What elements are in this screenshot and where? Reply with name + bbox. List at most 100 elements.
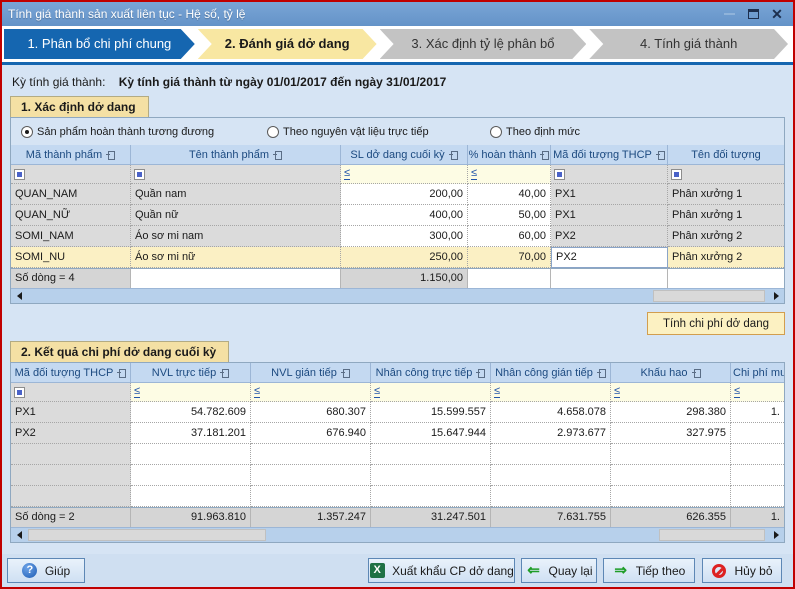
filter-cell[interactable]: ≤ — [491, 383, 611, 402]
table-row-empty[interactable] — [11, 465, 784, 486]
filter-box-icon[interactable] — [134, 169, 145, 180]
pin-icon[interactable] — [692, 368, 701, 377]
scrollbar-thumb-secondary[interactable] — [659, 529, 765, 541]
filter-cell[interactable]: ≤ — [731, 383, 784, 402]
filter-cell[interactable] — [551, 165, 668, 184]
cell-pct[interactable]: 40,00 — [468, 184, 551, 205]
filter-cell[interactable] — [11, 165, 131, 184]
less-equal-icon[interactable]: ≤ — [614, 386, 620, 398]
column-header[interactable]: NVL gián tiếp — [251, 363, 371, 383]
column-header[interactable]: Chi phí mua n — [731, 363, 784, 383]
cell-objname[interactable]: Phân xưởng 2 — [668, 247, 784, 268]
wizard-step-2[interactable]: 2. Đánh giá dở dang — [198, 29, 377, 59]
less-equal-icon[interactable]: ≤ — [374, 386, 380, 398]
column-header[interactable]: NVL trực tiếp — [131, 363, 251, 383]
cell-objname[interactable]: Phân xưởng 2 — [668, 226, 784, 247]
cell-nvl-gt[interactable]: 680.307 — [251, 402, 371, 423]
cell-objname[interactable]: Phân xưởng 1 — [668, 205, 784, 226]
cell-code[interactable]: PX2 — [11, 423, 131, 444]
cell-code[interactable]: SOMI_NU — [11, 247, 131, 268]
wizard-step-4[interactable]: 4. Tính giá thành — [589, 29, 788, 59]
scroll-right-arrow[interactable] — [768, 289, 784, 303]
cell-nc-gt[interactable]: 4.658.078 — [491, 402, 611, 423]
filter-cell[interactable]: ≤ — [251, 383, 371, 402]
filter-cell[interactable]: ≤ — [611, 383, 731, 402]
minimize-button[interactable] — [719, 5, 739, 23]
wizard-step-1[interactable]: 1. Phân bổ chi phí chung — [4, 29, 195, 59]
cell-khau-hao[interactable]: 298.380 — [611, 402, 731, 423]
cancel-button[interactable]: Hủy bỏ — [702, 558, 782, 583]
cell-qty[interactable]: 300,00 — [341, 226, 468, 247]
compute-wip-cost-button[interactable]: Tính chi phí dở dang — [647, 312, 785, 335]
column-header[interactable]: Mã đối tượng THCP — [11, 363, 131, 383]
filter-cell[interactable]: ≤ — [371, 383, 491, 402]
pin-icon[interactable] — [476, 368, 485, 377]
result-table-hscrollbar[interactable] — [11, 527, 784, 542]
cell-name[interactable]: Áo sơ mi nam — [131, 226, 341, 247]
table-row[interactable]: QUAN_NAM Quần nam 200,00 40,00 PX1 Phân … — [11, 184, 784, 205]
next-button[interactable]: ⇒ Tiếp theo — [603, 558, 695, 583]
back-button[interactable]: ⇐ Quay lại — [521, 558, 597, 583]
table-row[interactable]: PX1 54.782.609 680.307 15.599.557 4.658.… — [11, 402, 784, 423]
pin-icon[interactable] — [117, 368, 126, 377]
scrollbar-thumb[interactable] — [28, 529, 266, 541]
table-row-selected[interactable]: SOMI_NU Áo sơ mi nữ 250,00 70,00 PX2 Phâ… — [11, 247, 784, 268]
wizard-step-3[interactable]: 3. Xác định tỷ lệ phân bổ — [380, 29, 587, 59]
cell-nvl-tt[interactable]: 54.782.609 — [131, 402, 251, 423]
less-equal-icon[interactable]: ≤ — [734, 386, 740, 398]
column-header[interactable]: Mã thành phẩm — [11, 145, 131, 165]
cell-nc-tt[interactable]: 15.647.944 — [371, 423, 491, 444]
scroll-left-arrow[interactable] — [11, 289, 27, 303]
column-header[interactable]: Tên đối tượng — [668, 145, 784, 165]
cell-pct[interactable]: 70,00 — [468, 247, 551, 268]
table-row[interactable]: SOMI_NAM Áo sơ mi nam 300,00 60,00 PX2 P… — [11, 226, 784, 247]
pin-icon[interactable] — [273, 150, 282, 159]
cell-cp-mua[interactable] — [731, 423, 784, 444]
filter-cell[interactable] — [668, 165, 784, 184]
cell-nvl-gt[interactable]: 676.940 — [251, 423, 371, 444]
cell-obj[interactable]: PX1 — [551, 205, 668, 226]
cell-qty[interactable]: 400,00 — [341, 205, 468, 226]
cell-obj[interactable]: PX2 — [551, 226, 668, 247]
less-equal-icon[interactable]: ≤ — [344, 168, 350, 180]
section2-tab[interactable]: 2. Kết quả chi phí dở dang cuối kỳ — [10, 341, 229, 362]
cell-qty[interactable]: 250,00 — [341, 247, 468, 268]
filter-box-icon[interactable] — [554, 169, 565, 180]
table-row[interactable]: QUAN_NỮ Quần nữ 400,00 50,00 PX1 Phân xư… — [11, 205, 784, 226]
column-header[interactable]: Nhân công trực tiếp — [371, 363, 491, 383]
cell-khau-hao[interactable]: 327.975 — [611, 423, 731, 444]
pin-icon[interactable] — [106, 150, 115, 159]
scroll-left-arrow[interactable] — [11, 528, 27, 542]
cell-objname[interactable]: Phân xưởng 1 — [668, 184, 784, 205]
filter-cell[interactable]: ≤ — [468, 165, 551, 184]
cell-code[interactable]: QUAN_NỮ — [11, 205, 131, 226]
filter-cell[interactable]: ≤ — [131, 383, 251, 402]
filter-cell[interactable] — [11, 383, 131, 402]
cell-code[interactable]: PX1 — [11, 402, 131, 423]
cell-code[interactable]: SOMI_NAM — [11, 226, 131, 247]
cell-nc-gt[interactable]: 2.973.677 — [491, 423, 611, 444]
pin-icon[interactable] — [341, 368, 350, 377]
radio-direct-material[interactable]: Theo nguyên vật liệu trực tiếp — [267, 126, 482, 138]
help-button[interactable]: ? Giúp — [7, 558, 85, 583]
column-header[interactable]: SL dở dang cuối kỳ — [341, 145, 468, 165]
less-equal-icon[interactable]: ≤ — [134, 386, 140, 398]
maximize-button[interactable] — [743, 5, 763, 23]
close-button[interactable]: ✕ — [767, 5, 787, 23]
cell-nvl-tt[interactable]: 37.181.201 — [131, 423, 251, 444]
cell-obj-active[interactable]: PX2 — [551, 247, 668, 268]
radio-norm[interactable]: Theo định mức — [490, 126, 580, 138]
filter-cell[interactable] — [131, 165, 341, 184]
column-header[interactable]: Khấu hao — [611, 363, 731, 383]
scroll-right-arrow[interactable] — [768, 528, 784, 542]
cell-name[interactable]: Quần nam — [131, 184, 341, 205]
less-equal-icon[interactable]: ≤ — [254, 386, 260, 398]
filter-box-icon[interactable] — [14, 169, 25, 180]
pin-icon[interactable] — [540, 150, 549, 159]
radio-equivalent-product[interactable]: Sản phẩm hoàn thành tương đương — [21, 126, 259, 138]
cell-qty[interactable]: 200,00 — [341, 184, 468, 205]
pin-icon[interactable] — [597, 368, 606, 377]
filter-cell[interactable]: ≤ — [341, 165, 468, 184]
less-equal-icon[interactable]: ≤ — [471, 168, 477, 180]
table-row[interactable]: PX2 37.181.201 676.940 15.647.944 2.973.… — [11, 423, 784, 444]
